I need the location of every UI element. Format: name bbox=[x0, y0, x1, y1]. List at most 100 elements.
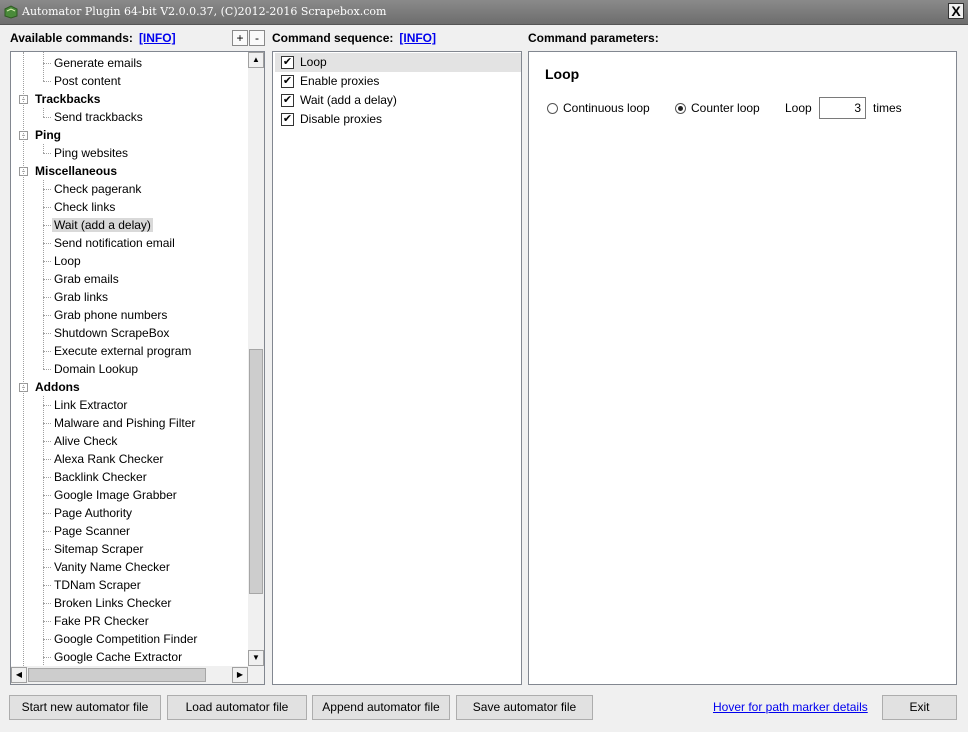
tree-item[interactable]: Broken Links Checker bbox=[54, 594, 171, 612]
tree-item[interactable]: Page Scanner bbox=[54, 522, 130, 540]
tree-item-label: Alive Check bbox=[54, 434, 118, 448]
tree-category[interactable]: Trackbacks bbox=[35, 90, 100, 108]
tree-item[interactable]: Send trackbacks bbox=[54, 108, 143, 126]
tree-item-label: Generate emails bbox=[54, 56, 143, 70]
tree-item[interactable]: Alexa Rank Checker bbox=[54, 450, 163, 468]
tree-item[interactable]: Malware and Pishing Filter bbox=[54, 414, 195, 432]
tree-item-label: Google Competition Finder bbox=[54, 632, 198, 646]
tree-connector bbox=[43, 657, 51, 658]
counter-loop-label[interactable]: Counter loop bbox=[691, 101, 760, 115]
tree-hscroll-thumb[interactable] bbox=[28, 668, 206, 682]
tree-item-label: Check links bbox=[54, 200, 116, 214]
tree-item[interactable]: Fake PR Checker bbox=[54, 612, 149, 630]
tree-item[interactable]: Grab links bbox=[54, 288, 108, 306]
tree-item-label: Alexa Rank Checker bbox=[54, 452, 164, 466]
times-label: times bbox=[873, 101, 902, 115]
close-icon: X bbox=[951, 3, 961, 19]
tree-item[interactable]: Backlink Checker bbox=[54, 468, 147, 486]
sequence-item-label: Disable proxies bbox=[300, 112, 383, 126]
arrow-up-icon: ▲ bbox=[252, 55, 260, 64]
tree-item[interactable]: Alive Check bbox=[54, 432, 117, 450]
save-automator-button[interactable]: Save automator file bbox=[456, 695, 593, 720]
tree-item[interactable]: TDNam Scraper bbox=[54, 576, 141, 594]
continuous-loop-radio[interactable] bbox=[547, 103, 558, 114]
tree-connector bbox=[43, 441, 51, 442]
sequence-item-checkbox[interactable]: ✔ bbox=[281, 56, 294, 69]
sequence-item[interactable]: ✔ Loop bbox=[275, 53, 521, 72]
start-new-automator-button[interactable]: Start new automator file bbox=[9, 695, 161, 720]
tree-item[interactable]: Link Extractor bbox=[54, 396, 127, 414]
tree-connector bbox=[43, 279, 51, 280]
sequence-info-link[interactable]: [INFO] bbox=[399, 31, 436, 45]
available-info-link[interactable]: [INFO] bbox=[139, 31, 176, 45]
tree-connector bbox=[43, 297, 51, 298]
append-automator-button[interactable]: Append automator file bbox=[312, 695, 450, 720]
path-marker-details-link[interactable]: Hover for path marker details bbox=[713, 700, 868, 714]
tree-item-label: Domain Lookup bbox=[54, 362, 139, 376]
app-icon bbox=[4, 5, 18, 19]
sequence-item-checkbox[interactable]: ✔ bbox=[281, 94, 294, 107]
param-title: Loop bbox=[545, 66, 580, 82]
arrow-left-icon: ◀ bbox=[15, 670, 23, 679]
sequence-item[interactable]: ✔ Disable proxies bbox=[275, 110, 521, 129]
tree-item[interactable]: Google Cache Extractor bbox=[54, 648, 182, 666]
tree-item[interactable]: Google Competition Finder bbox=[54, 630, 197, 648]
available-commands-tree[interactable]: Generate emails Post content Trackbacks - Se… bbox=[10, 51, 265, 685]
tree-item[interactable]: Check pagerank bbox=[54, 180, 141, 198]
tree-item-label: Backlink Checker bbox=[54, 470, 147, 484]
counter-loop-radio[interactable] bbox=[675, 103, 686, 114]
tree-item[interactable]: Execute external program bbox=[54, 342, 191, 360]
load-automator-button[interactable]: Load automator file bbox=[167, 695, 307, 720]
tree-item[interactable]: Page Authority bbox=[54, 504, 132, 522]
tree-vscroll-thumb[interactable] bbox=[249, 349, 263, 594]
sequence-item[interactable]: ✔ Enable proxies bbox=[275, 72, 521, 91]
tree-connector bbox=[43, 243, 51, 244]
tree-item[interactable]: Grab emails bbox=[54, 270, 119, 288]
title-bar: Automator Plugin 64-bit V2.0.0.37, (C)20… bbox=[0, 0, 968, 25]
check-icon: ✔ bbox=[282, 75, 293, 87]
tree-item[interactable]: Shutdown ScrapeBox bbox=[54, 324, 169, 342]
check-icon: ✔ bbox=[282, 94, 293, 106]
tree-connector bbox=[43, 549, 51, 550]
tree-category[interactable]: Miscellaneous bbox=[35, 162, 117, 180]
tree-item-label: Post content bbox=[54, 74, 121, 88]
tree-scroll-right-button[interactable]: ▶ bbox=[232, 667, 248, 683]
tree-item[interactable]: Sitemap Scraper bbox=[54, 540, 143, 558]
sequence-item-checkbox[interactable]: ✔ bbox=[281, 75, 294, 88]
tree-category[interactable]: Ping bbox=[35, 126, 61, 144]
tree-category[interactable]: Addons bbox=[35, 378, 80, 396]
tree-connector bbox=[43, 189, 51, 190]
tree-item[interactable]: Ping websites bbox=[54, 144, 128, 162]
tree-item-label: Broken Links Checker bbox=[54, 596, 172, 610]
continuous-loop-label[interactable]: Continuous loop bbox=[563, 101, 650, 115]
sequence-item[interactable]: ✔ Wait (add a delay) bbox=[275, 91, 521, 110]
tree-item[interactable]: Loop bbox=[54, 252, 81, 270]
tree-item-label: Sitemap Scraper bbox=[54, 542, 144, 556]
tree-item[interactable]: Send notification email bbox=[54, 234, 175, 252]
tree-scroll-down-button[interactable]: ▼ bbox=[248, 650, 264, 666]
tree-item[interactable]: Wait (add a delay) bbox=[52, 216, 153, 234]
tree-item[interactable]: Post content bbox=[54, 72, 121, 90]
expand-all-button[interactable]: + bbox=[232, 30, 248, 46]
tree-item[interactable]: Grab phone numbers bbox=[54, 306, 167, 324]
close-button[interactable]: X bbox=[948, 3, 964, 19]
tree-item[interactable]: Vanity Name Checker bbox=[54, 558, 170, 576]
tree-item[interactable]: Check links bbox=[54, 198, 115, 216]
tree-connector bbox=[43, 261, 51, 262]
check-icon: ✔ bbox=[282, 56, 293, 68]
tree-item[interactable]: Domain Lookup bbox=[54, 360, 138, 378]
tree-scroll-left-button[interactable]: ◀ bbox=[11, 667, 27, 683]
collapse-all-button[interactable]: - bbox=[249, 30, 265, 46]
tree-connector bbox=[43, 333, 51, 334]
tree-connector bbox=[43, 513, 51, 514]
sequence-item-checkbox[interactable]: ✔ bbox=[281, 113, 294, 126]
tree-guide-line bbox=[43, 396, 44, 666]
tree-item[interactable]: Google Image Grabber bbox=[54, 486, 177, 504]
loop-count-input[interactable] bbox=[819, 97, 866, 119]
tree-item-label: Send notification email bbox=[54, 236, 175, 250]
exit-button[interactable]: Exit bbox=[882, 695, 957, 720]
tree-item-label: Addons bbox=[35, 380, 80, 394]
tree-item[interactable]: Generate emails bbox=[54, 54, 142, 72]
command-sequence-list[interactable]: ✔ Loop ✔ Enable proxies ✔ Wait (add a delay) ✔… bbox=[272, 51, 522, 685]
tree-scroll-up-button[interactable]: ▲ bbox=[248, 52, 264, 68]
